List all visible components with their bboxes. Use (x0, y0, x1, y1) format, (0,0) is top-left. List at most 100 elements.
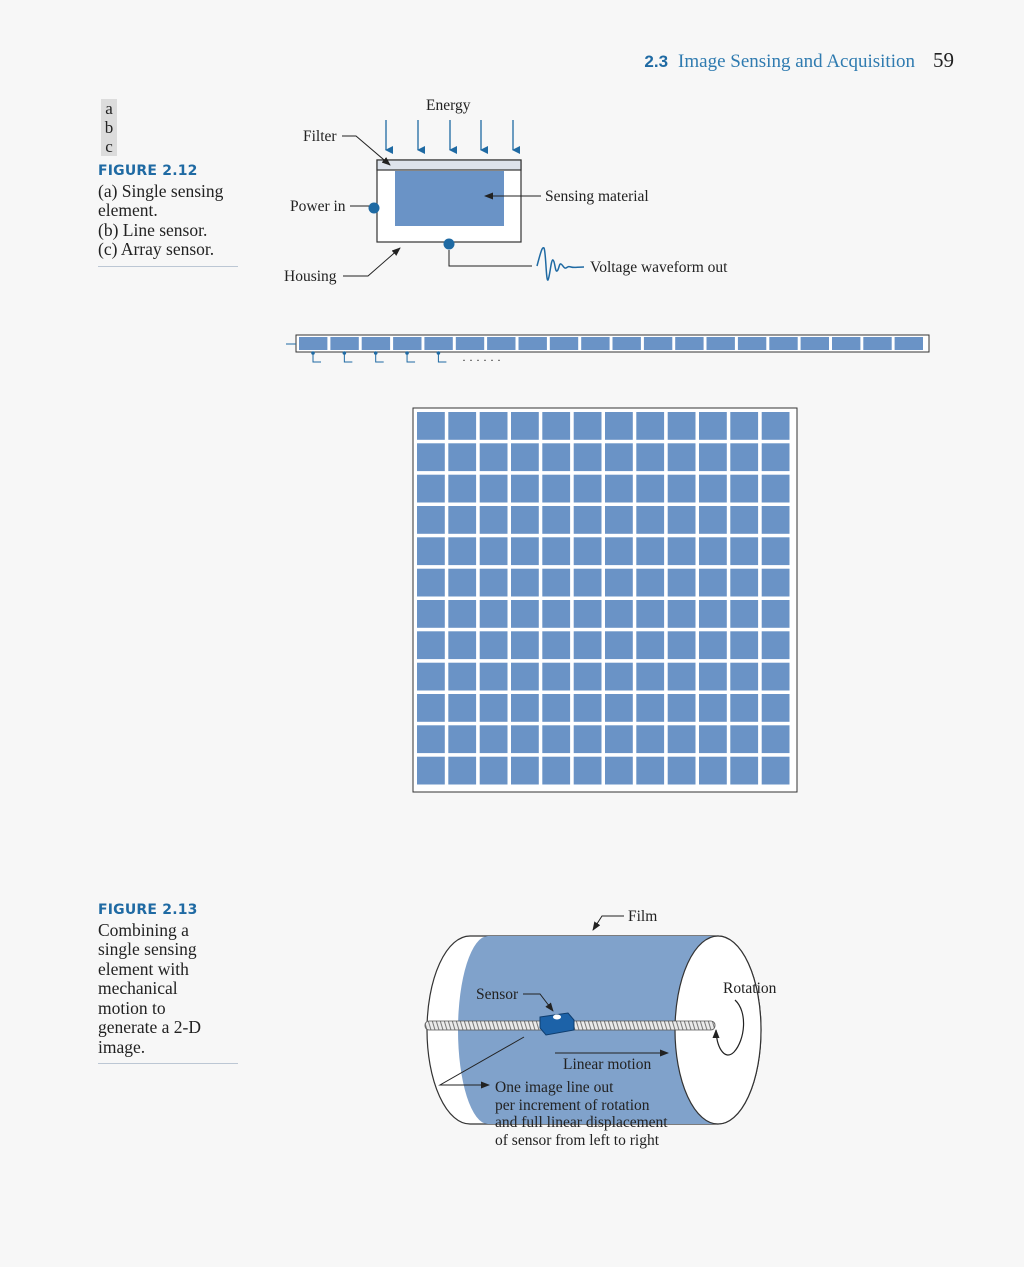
line-sensor-cell (487, 337, 516, 350)
array-sensor-cell (636, 756, 665, 785)
array-sensor-cell (417, 756, 445, 785)
array-sensor-cell (761, 725, 790, 754)
array-sensor-cell (667, 506, 696, 534)
line-sensor-terminal (373, 351, 378, 355)
array-sensor-cell (417, 537, 445, 566)
array-sensor-diagram (412, 407, 798, 793)
energy-arrows (385, 120, 520, 154)
array-sensor-cell (479, 443, 508, 472)
array-sensor-cell (417, 631, 445, 660)
array-sensor-cell (417, 600, 445, 628)
output-wire (448, 250, 532, 267)
array-sensor-cell (417, 506, 445, 534)
filter-strip (376, 159, 522, 171)
array-sensor-cell (573, 443, 602, 472)
array-sensor-cell (667, 568, 696, 597)
array-sensor-cell (448, 662, 477, 691)
array-sensor-cell (699, 756, 727, 785)
line-sensor-ellipsis: · · · · · · (462, 353, 501, 367)
array-sensor-cell (573, 756, 602, 785)
line-sensor-cell (832, 337, 861, 350)
array-sensor-cell (573, 662, 602, 691)
array-sensor-cell (542, 412, 571, 440)
array-sensor-cell (699, 537, 727, 566)
film-label: Film (628, 908, 657, 925)
array-sensor-cell (417, 694, 445, 722)
line-sensor-terminal (436, 351, 441, 355)
array-sensor-cell (511, 600, 539, 628)
array-sensor-cell (636, 662, 665, 691)
array-sensor-cell (667, 537, 696, 566)
array-sensor-cell (542, 474, 571, 503)
line-sensor-cell (675, 337, 704, 350)
array-sensor-cell (448, 600, 477, 628)
array-sensor-cell (699, 474, 727, 503)
line-sensor-cell (361, 337, 391, 350)
array-sensor-cell (730, 600, 759, 628)
array-sensor-cell (636, 694, 665, 722)
line-sensor-cell (299, 337, 328, 350)
array-sensor-cell (573, 725, 602, 754)
array-sensor-cell (636, 412, 665, 440)
array-sensor-cell (730, 506, 759, 534)
array-sensor-cell (699, 412, 727, 440)
array-sensor-cell (667, 662, 696, 691)
array-sensor-cell (699, 725, 727, 754)
array-sensor-cell (417, 568, 445, 597)
array-sensor-cell (699, 600, 727, 628)
array-sensor-cell (730, 631, 759, 660)
array-sensor-cell (417, 443, 445, 472)
array-sensor-cell (542, 568, 571, 597)
array-sensor-cell (605, 412, 633, 440)
array-sensor-cell (605, 662, 633, 691)
array-sensor-cell (605, 694, 633, 722)
array-sensor-cell (761, 537, 790, 566)
array-sensor-cell (542, 443, 571, 472)
array-sensor-cell (761, 443, 790, 472)
array-sensor-cell (730, 474, 759, 503)
energy-label: Energy (426, 97, 471, 114)
array-sensor-cell (761, 756, 790, 785)
array-sensor-cell (667, 631, 696, 660)
power-in-label: Power in (290, 198, 346, 215)
array-sensor-cell (761, 568, 790, 597)
array-sensor-cell (479, 412, 508, 440)
array-sensor-cell (699, 694, 727, 722)
array-sensor-cell (542, 725, 571, 754)
array-sensor-cell (636, 631, 665, 660)
line-sensor-cell (330, 337, 359, 350)
array-sensor-cell (605, 631, 633, 660)
array-sensor-cell (667, 694, 696, 722)
line-sensor-cell (643, 337, 673, 350)
sensing-material-label: Sensing material (545, 188, 649, 205)
array-sensor-cell (448, 756, 477, 785)
array-sensor-cell (667, 412, 696, 440)
array-sensor-cell (573, 412, 602, 440)
array-sensor-cell (542, 694, 571, 722)
array-sensor-cell (699, 568, 727, 597)
housing-label: Housing (284, 268, 337, 285)
film-leader (592, 915, 624, 931)
sensor-label: Sensor (476, 986, 519, 1003)
figure-canvas: Energy Filter Power in Sensing material … (284, 97, 930, 1149)
array-sensor-cell (479, 756, 508, 785)
array-sensor-cell (636, 568, 665, 597)
array-sensor-cell (573, 537, 602, 566)
array-sensor-cell (605, 756, 633, 785)
array-sensor-cell (448, 506, 477, 534)
array-sensor-cell (542, 600, 571, 628)
array-sensor-cell (761, 506, 790, 534)
line-sensor-terminal (342, 351, 347, 355)
array-sensor-cell (511, 694, 539, 722)
array-sensor-cell (636, 725, 665, 754)
array-sensor-cell (761, 662, 790, 691)
array-sensor-cell (448, 412, 477, 440)
array-sensor-cell (605, 474, 633, 503)
array-sensor-cell (573, 506, 602, 534)
array-sensor-cell (761, 412, 790, 440)
array-sensor-cell (699, 506, 727, 534)
array-sensor-cell (479, 662, 508, 691)
array-sensor-cell (573, 568, 602, 597)
voltage-waveform-icon (536, 246, 585, 281)
array-sensor-cell (730, 662, 759, 691)
